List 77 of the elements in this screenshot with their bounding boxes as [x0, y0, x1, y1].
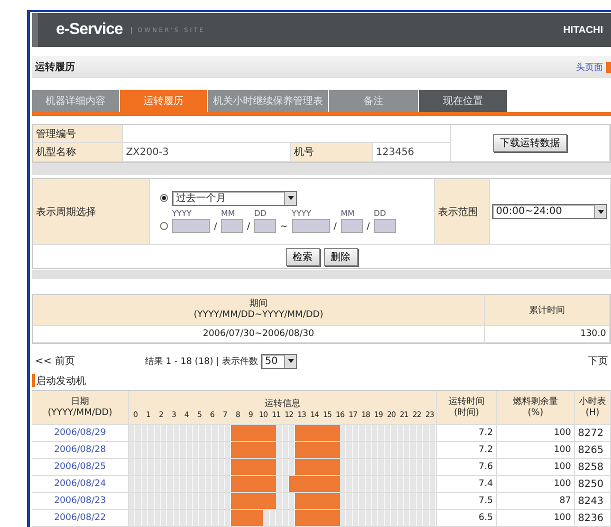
table-cell: 6.5 — [437, 510, 497, 527]
field-caption: DD — [374, 208, 388, 218]
header-format: (YYYY/MM/DD~YYYY/MM/DD) — [194, 310, 324, 321]
field-caption: MM — [340, 208, 356, 218]
section-title: 启动发动机 — [32, 374, 611, 387]
date-input-field[interactable] — [172, 218, 210, 232]
action-button[interactable]: 检索 — [286, 248, 320, 266]
date-input-field[interactable] — [254, 218, 276, 232]
header-unit: (YYYY/MM/DD) — [48, 408, 112, 418]
table-cell: 8250 — [575, 476, 611, 493]
brand-logo: HITACHI — [563, 24, 603, 36]
column-header: 累计时间 — [485, 295, 610, 326]
dropdown-caret-icon[interactable] — [284, 354, 296, 368]
table-label: 机型名称 — [33, 143, 123, 162]
table-cell: 7.6 — [437, 459, 497, 476]
header-title: 燃料剩余量 — [513, 396, 558, 408]
dropdown-caret-icon[interactable] — [594, 205, 606, 218]
date-separator: / — [334, 222, 337, 232]
header-title: 运转时间 — [448, 396, 484, 408]
table-label: 表示周期选择 — [33, 179, 150, 245]
table-cell: 7.2 — [437, 442, 497, 459]
field-caption: MM — [221, 208, 236, 218]
table-cell: 8243 — [575, 493, 611, 510]
home-link[interactable]: 头页面 — [576, 60, 603, 74]
table-cell: 100 — [497, 459, 575, 476]
table-cell: 8272 — [575, 425, 611, 442]
previous-page-link[interactable]: << 前页 — [35, 354, 75, 368]
table-cell: 100 — [497, 425, 575, 442]
time-range-dropdown[interactable]: 00:00~24:00 — [492, 204, 607, 219]
header-title: 期间 — [250, 299, 268, 310]
date-input-field[interactable] — [292, 218, 330, 232]
period-dropdown[interactable]: 过去一个月 — [172, 190, 297, 206]
table-cell: 7.4 — [437, 476, 497, 493]
header-title: 运转信息 — [264, 398, 302, 410]
table-cell: 7.5 — [437, 493, 497, 510]
page-title: 运转履历 — [35, 60, 75, 74]
range-separator: ~ — [280, 222, 288, 232]
date-input-field[interactable] — [374, 218, 396, 232]
table-label: 表示范围 — [435, 179, 490, 245]
marker-icon — [606, 62, 611, 72]
field-caption: YYYY — [172, 208, 193, 218]
action-button[interactable]: 删除 — [324, 248, 358, 266]
table-cell: 123456 — [373, 143, 451, 162]
table-cell: 8236 — [575, 510, 611, 527]
table-cell: 7.2 — [437, 425, 497, 442]
table-cell: 100 — [497, 476, 575, 493]
table-cell: 87 — [497, 493, 575, 510]
date-input-field[interactable] — [340, 218, 363, 232]
date-input-field[interactable] — [221, 218, 244, 232]
table-cell: 100 — [497, 510, 575, 527]
date-separator: / — [366, 222, 370, 232]
date-separator: / — [214, 222, 218, 232]
table-cell: 100 — [497, 442, 575, 459]
table-label: 管理编号 — [33, 125, 123, 143]
page-size-dropdown[interactable]: 50 — [261, 354, 298, 368]
results-text: 结果 1 - 18 (18) | 表示件数 — [144, 356, 258, 368]
header-unit: (H) — [586, 408, 600, 418]
table-label: 机号 — [291, 143, 373, 162]
radio-button[interactable] — [160, 194, 168, 202]
header-unit: (时间) — [454, 408, 480, 418]
next-page-link[interactable]: 下页 — [588, 354, 608, 368]
header-title: 小时表 — [579, 396, 606, 408]
table-cell: ZX200-3 — [123, 143, 291, 162]
date-separator: / — [247, 222, 250, 232]
field-caption: DD — [254, 208, 268, 218]
dropdown-caret-icon[interactable] — [284, 192, 296, 204]
table-cell: 2006/07/30~2006/08/30 — [33, 326, 485, 343]
download-button[interactable]: 下载运转数据 — [493, 134, 567, 152]
location-tab[interactable]: 现在位置 — [419, 90, 507, 112]
table-cell: 130.0 — [485, 326, 610, 343]
field-caption: YYYY — [292, 208, 312, 218]
header-unit: (%) — [528, 408, 544, 418]
radio-button[interactable] — [160, 222, 168, 230]
header-title: 日期 — [71, 396, 89, 408]
table-cell: 8265 — [575, 442, 611, 459]
table-cell: 8258 — [575, 459, 611, 476]
site-logo[interactable]: e-Service — [56, 21, 123, 39]
